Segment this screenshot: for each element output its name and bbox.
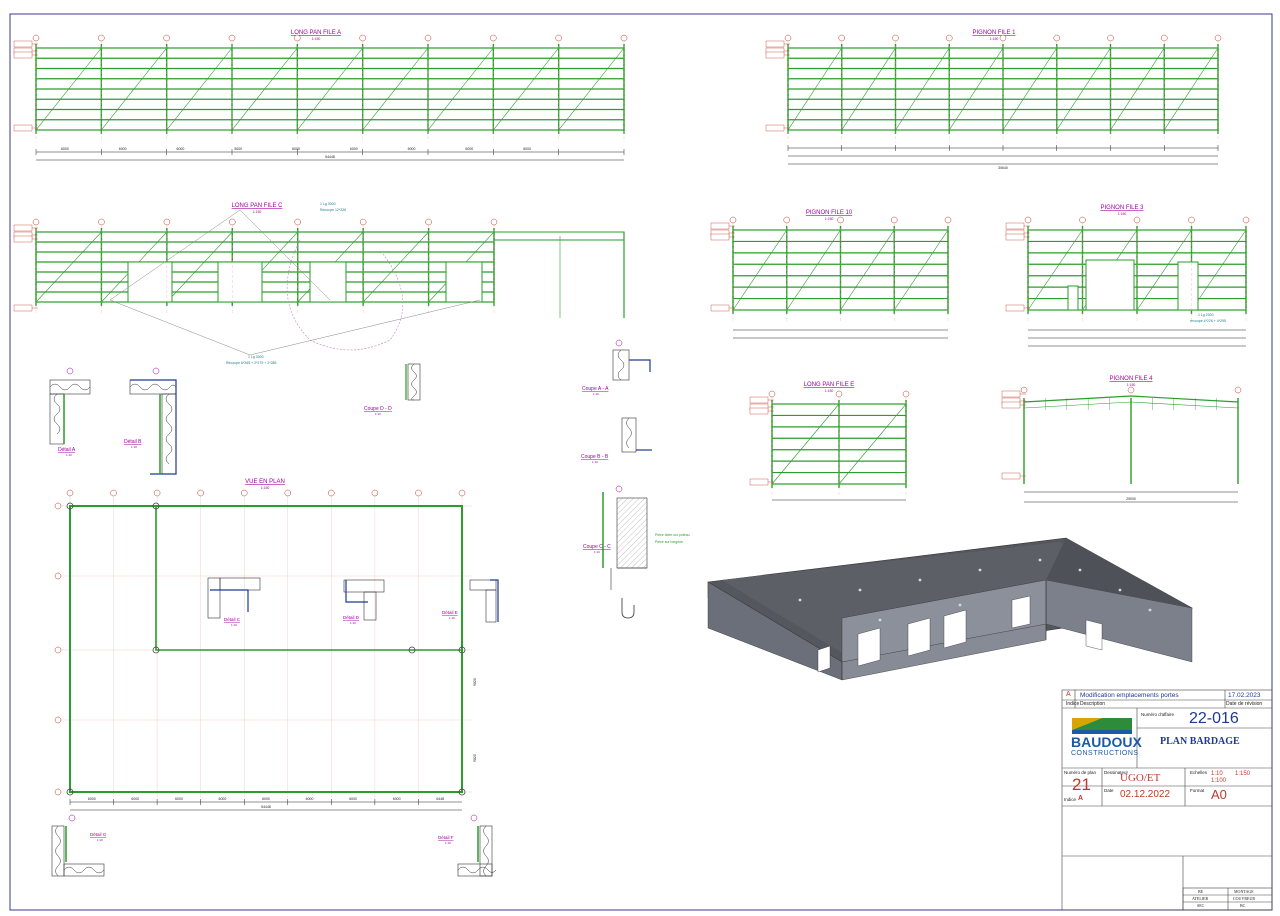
svg-text:9820: 9820 (473, 678, 477, 686)
svg-text:6000: 6000 (177, 147, 185, 151)
format-label: Format (1190, 788, 1205, 793)
svg-text:54448: 54448 (325, 155, 335, 159)
svg-text:6000: 6000 (465, 147, 473, 151)
svg-text:1:10: 1:10 (97, 838, 103, 842)
affaire-label: Numéro d'affaire (1141, 712, 1175, 717)
svg-text:1:10: 1:10 (131, 445, 137, 449)
svg-text:6000: 6000 (88, 797, 96, 801)
rev-header-index: Indice (1066, 701, 1080, 707)
svg-text:1:10: 1:10 (350, 621, 356, 625)
view-title: LONG PAN FILE E (804, 382, 855, 388)
svg-text:1:10: 1:10 (375, 412, 381, 416)
svg-text:Détail E: Détail E (442, 610, 458, 615)
svg-text:6000: 6000 (523, 147, 531, 151)
revision-description: Modification emplacements portes (1080, 692, 1179, 699)
affaire-number: 22-016 (1189, 710, 1239, 727)
svg-text:Détail D: Détail D (343, 615, 360, 620)
svg-text:6000: 6000 (119, 147, 127, 151)
svg-text:recoupe 4*226 + 4*295: recoupe 4*226 + 4*295 (1190, 319, 1226, 323)
date-value: 02.12.2022 (1120, 789, 1171, 800)
svg-text:6000: 6000 (262, 797, 270, 801)
view-title: VUE EN PLAN (245, 479, 285, 485)
svg-text:1:150: 1:150 (253, 210, 262, 214)
revision-date: 17.02.2023 (1228, 692, 1261, 699)
view-title: PIGNON FILE 4 (1109, 376, 1153, 382)
echelle-1: 1:10 (1211, 771, 1223, 777)
echelles-label: Echelles (1190, 770, 1208, 775)
dessinateur-value: UGO/ET (1120, 772, 1161, 784)
plan-number: 21 (1072, 775, 1091, 794)
revision-index: A (1066, 691, 1071, 698)
svg-text:6000: 6000 (292, 147, 300, 151)
rev-header-description: Description (1080, 701, 1106, 707)
drawing-title: PLAN BARDAGE (1160, 736, 1240, 747)
format-value: A0 (1211, 787, 1227, 802)
svg-text:Recoupe 12*226: Recoupe 12*226 (320, 208, 346, 212)
svg-text:1:10: 1:10 (449, 616, 455, 620)
svg-text:30640: 30640 (998, 166, 1008, 170)
svg-text:1:150: 1:150 (990, 37, 999, 41)
svg-text:6000: 6000 (306, 797, 314, 801)
svg-text:1:10: 1:10 (593, 392, 599, 396)
stamp-atelier: ATELIER (1192, 896, 1209, 901)
svg-text:29000: 29000 (1126, 497, 1136, 501)
svg-text:1:10: 1:10 (592, 460, 598, 464)
date-label: Date (1104, 788, 1114, 793)
svg-text:1:150: 1:150 (825, 217, 834, 221)
svg-text:1:10: 1:10 (594, 550, 600, 554)
svg-text:Recoupe 6*265 + 2*279 + 2*286: Recoupe 6*265 + 2*279 + 2*286 (226, 361, 276, 365)
rev-header-date: Date de révision (1226, 701, 1263, 707)
svg-text:6000: 6000 (350, 147, 358, 151)
svg-text:6448: 6448 (436, 797, 444, 801)
svg-text:1:10: 1:10 (231, 623, 237, 627)
company-name: BAUDOUX (1071, 734, 1142, 750)
stamp-montage: MONTAGE (1234, 889, 1254, 894)
svg-text:6000: 6000 (349, 797, 357, 801)
view-title: PIGNON FILE 1 (972, 30, 1016, 36)
svg-text:1:10: 1:10 (66, 453, 72, 457)
svg-text:54448: 54448 (261, 805, 271, 809)
svg-text:1 Lg 2000: 1 Lg 2000 (1198, 313, 1214, 317)
echelle-2: 1:150 (1235, 771, 1251, 777)
stamp-couvreur: COUVREUR (1233, 896, 1256, 901)
indice-label: Indice (1064, 797, 1077, 802)
svg-text:1 Lg 3000: 1 Lg 3000 (320, 202, 336, 206)
svg-text:6000: 6000 (131, 797, 139, 801)
svg-text:1:150: 1:150 (825, 389, 834, 393)
view-title: PIGNON FILE 10 (806, 210, 853, 216)
echelle-3: 1:100 (1211, 778, 1227, 784)
svg-text:1:150: 1:150 (1118, 212, 1127, 216)
svg-text:9820: 9820 (473, 754, 477, 762)
svg-text:1:150: 1:150 (1127, 383, 1136, 387)
svg-text:6000: 6000 (408, 147, 416, 151)
stamp-sec: SEC (1197, 903, 1205, 908)
svg-text:Détail C: Détail C (224, 617, 241, 622)
stamp-bc: BC (1240, 903, 1246, 908)
view-title: PIGNON FILE 3 (1100, 205, 1144, 211)
view-title: LONG PAN FILE C (232, 203, 284, 209)
svg-text:6000: 6000 (61, 147, 69, 151)
svg-text:1:10: 1:10 (445, 841, 451, 845)
stamp-be: BE (1198, 889, 1204, 894)
svg-text:Pièce sur longrine: Pièce sur longrine (655, 540, 683, 544)
svg-text:6000: 6000 (219, 797, 227, 801)
baudoux-logo (1072, 718, 1132, 734)
svg-text:Détail F: Détail F (438, 835, 454, 840)
svg-text:6000: 6000 (175, 797, 183, 801)
svg-text:6000: 6000 (393, 797, 401, 801)
svg-text:1:150: 1:150 (312, 37, 321, 41)
svg-text:1:150: 1:150 (261, 486, 270, 490)
company-subtitle: CONSTRUCTIONS (1071, 750, 1139, 757)
svg-text:5000: 5000 (234, 147, 242, 151)
svg-text:1 Lg 3000: 1 Lg 3000 (248, 355, 264, 359)
svg-text:Pièce fixée sur poteau: Pièce fixée sur poteau (655, 533, 690, 537)
indice-value: A (1078, 795, 1084, 802)
svg-text:Détail G: Détail G (90, 832, 107, 837)
